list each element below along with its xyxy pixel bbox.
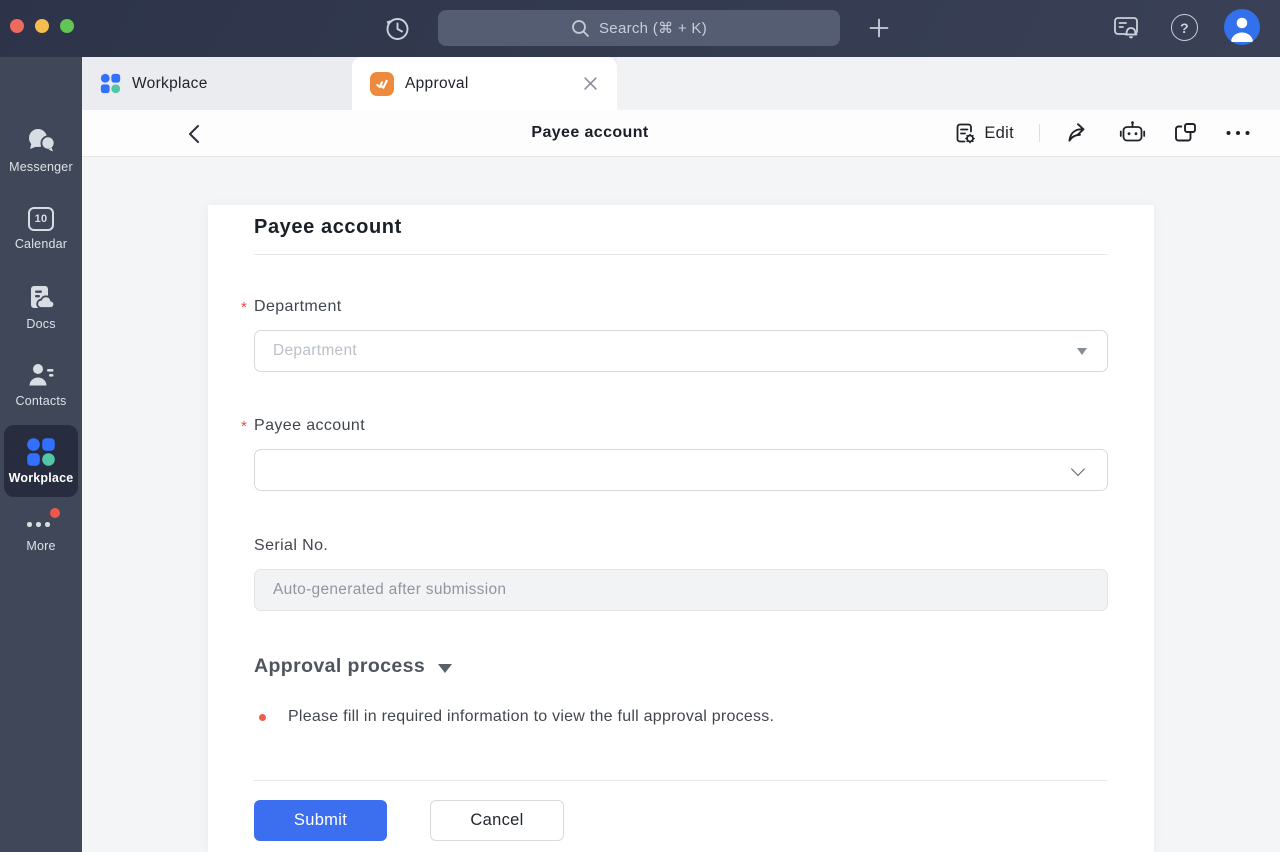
notice-text: Please fill in required information to v… (288, 708, 774, 726)
sidebar-item-docs[interactable]: Docs (0, 284, 82, 331)
field-serial-no: Serial No. Auto-generated after submissi… (254, 536, 1108, 611)
sidebar-item-messenger[interactable]: Messenger (0, 126, 82, 174)
more-dots-icon (21, 507, 61, 533)
announcement-icon[interactable] (1110, 11, 1142, 43)
tab-bar-empty-space (617, 57, 1280, 110)
title-bar: Search (⌘ + K) ? (0, 0, 1280, 57)
sidebar-label-more: More (26, 539, 55, 553)
sidebar-item-more[interactable]: More (0, 507, 82, 553)
payee-account-select[interactable] (254, 449, 1108, 491)
tab-approval-label: Approval (405, 75, 568, 93)
sidebar-label-docs: Docs (26, 317, 55, 331)
workplace-tab-icon (100, 73, 121, 94)
tab-workplace-label: Workplace (132, 75, 208, 93)
new-tab-plus-icon[interactable] (864, 13, 894, 43)
department-select[interactable]: Department (254, 330, 1108, 372)
messenger-icon (26, 126, 56, 154)
department-label-text: Department (254, 298, 342, 315)
toolbar-actions: Edit (954, 110, 1252, 156)
contacts-icon (27, 361, 55, 388)
help-glyph: ? (1180, 20, 1189, 36)
payee-account-label: * Payee account (254, 416, 1108, 436)
form-actions: Submit Cancel (254, 800, 1108, 841)
serial-no-label-text: Serial No. (254, 537, 328, 554)
toolbar-divider (1039, 124, 1040, 142)
form-card: Payee account * Department Department * … (208, 205, 1154, 852)
minimize-window-button[interactable] (35, 19, 49, 33)
history-icon[interactable] (381, 12, 413, 44)
global-search-input[interactable]: Search (⌘ + K) (438, 10, 840, 46)
sidebar-label-contacts: Contacts (16, 394, 67, 408)
avatar[interactable] (1224, 9, 1260, 45)
page-title: Payee account (531, 110, 648, 156)
notice-bullet-icon (259, 714, 266, 721)
tab-workplace[interactable]: Workplace (82, 57, 352, 110)
tab-bar: Workplace Approval (82, 57, 1280, 110)
sidebar-label-workplace: Workplace (9, 471, 74, 485)
edit-form-icon (954, 122, 976, 144)
notification-badge (50, 508, 60, 518)
more-actions-icon[interactable] (1224, 119, 1252, 147)
maximize-window-button[interactable] (60, 19, 74, 33)
close-window-button[interactable] (10, 19, 24, 33)
back-button[interactable] (182, 122, 206, 146)
sidebar-item-contacts[interactable]: Contacts (0, 361, 82, 408)
approval-app-icon (370, 72, 394, 96)
serial-no-label: Serial No. (254, 536, 1108, 556)
required-asterisk: * (241, 417, 247, 437)
sidebar-label-messenger: Messenger (9, 160, 73, 174)
chevron-down-icon (1071, 462, 1085, 476)
form-heading: Payee account (254, 205, 1108, 241)
search-icon (571, 19, 590, 38)
calendar-icon: 10 (28, 207, 54, 231)
process-notice: Please fill in required information to v… (254, 708, 1108, 726)
serial-no-placeholder: Auto-generated after submission (273, 581, 506, 599)
field-payee-account: * Payee account (254, 416, 1108, 491)
edit-button[interactable]: Edit (954, 122, 1014, 144)
docs-icon (27, 284, 55, 311)
payee-account-label-text: Payee account (254, 417, 365, 434)
tab-close-icon[interactable] (579, 73, 601, 95)
calendar-day-number: 10 (35, 213, 48, 225)
collapse-triangle-icon (438, 664, 452, 673)
edit-button-label: Edit (984, 124, 1014, 143)
help-icon[interactable]: ? (1169, 12, 1200, 43)
serial-no-input-disabled: Auto-generated after submission (254, 569, 1108, 611)
sidebar-label-calendar: Calendar (15, 237, 67, 251)
required-asterisk: * (241, 298, 247, 318)
footer-divider (254, 780, 1108, 781)
search-placeholder: Search (⌘ + K) (599, 19, 707, 37)
cancel-button[interactable]: Cancel (430, 800, 564, 841)
dropdown-triangle-icon (1077, 348, 1087, 355)
sidebar-item-calendar[interactable]: 10 Calendar (0, 207, 82, 251)
sidebar-item-workplace-active[interactable]: Workplace (4, 425, 78, 497)
heading-divider (254, 254, 1108, 255)
app-window: Search (⌘ + K) ? (0, 0, 1280, 852)
open-in-window-icon[interactable] (1171, 119, 1199, 147)
share-icon[interactable] (1065, 119, 1093, 147)
field-department: * Department Department (254, 297, 1108, 372)
page-toolbar: Payee account Edit (82, 110, 1280, 157)
department-label: * Department (254, 297, 1108, 317)
app-sidebar: Messenger 10 Calendar Docs (0, 57, 82, 852)
department-placeholder: Department (273, 342, 357, 360)
content-area: Payee account * Department Department * … (82, 157, 1280, 852)
approval-process-title: Approval process (254, 655, 425, 678)
window-controls (10, 19, 74, 33)
tab-approval-active[interactable]: Approval (352, 57, 617, 110)
submit-button[interactable]: Submit (254, 800, 387, 841)
workplace-icon (26, 437, 56, 467)
robot-assistant-icon[interactable] (1118, 119, 1146, 147)
approval-process-header[interactable]: Approval process (254, 655, 1108, 678)
